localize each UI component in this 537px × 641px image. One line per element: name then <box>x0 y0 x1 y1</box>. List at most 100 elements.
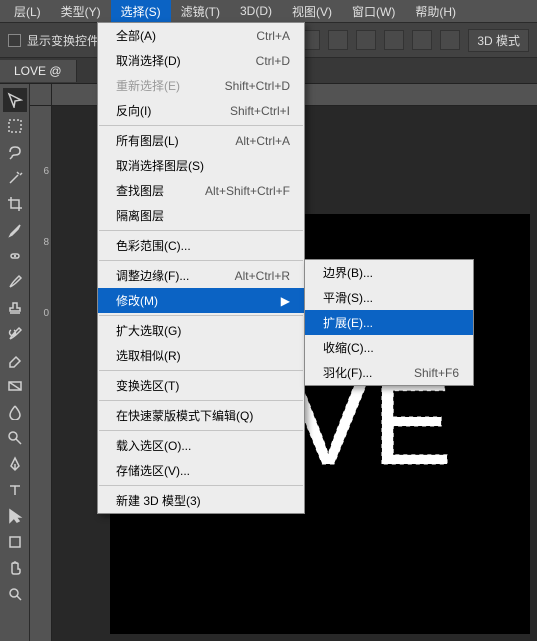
select-menu: 全部(A)Ctrl+A取消选择(D)Ctrl+D重新选择(E)Shift+Ctr… <box>97 22 305 514</box>
menu-item-label: 重新选择(E) <box>116 77 205 94</box>
menu-item-label: 隔离图层 <box>116 207 290 224</box>
align-icon-5[interactable] <box>384 30 404 50</box>
menu-item-shortcut: Ctrl+A <box>256 29 290 43</box>
toolbox <box>0 84 30 641</box>
submenu-item[interactable]: 边界(B)... <box>305 260 473 285</box>
menu-item[interactable]: 在快速蒙版模式下编辑(Q) <box>98 403 304 428</box>
ruler-tick: 0 <box>41 308 51 319</box>
brush-tool-icon[interactable] <box>3 270 27 294</box>
crop-tool-icon[interactable] <box>3 192 27 216</box>
menu-item[interactable]: 选取相似(R) <box>98 343 304 368</box>
history-brush-tool-icon[interactable] <box>3 322 27 346</box>
submenu-item-label: 羽化(F)... <box>323 364 394 381</box>
menu-item-label: 取消选择图层(S) <box>116 157 290 174</box>
menu-item[interactable]: 修改(M) ▶ <box>98 288 304 313</box>
submenu-item-shortcut: Shift+F6 <box>414 366 459 380</box>
menu-item[interactable]: 全部(A)Ctrl+A <box>98 23 304 48</box>
shape-tool-icon[interactable] <box>3 530 27 554</box>
align-icon-6[interactable] <box>412 30 432 50</box>
submenu-item-label: 边界(B)... <box>323 264 459 281</box>
menu-item-shortcut: Alt+Ctrl+R <box>235 269 290 283</box>
menu-item-label: 存储选区(V)... <box>116 462 290 479</box>
menu-separator <box>99 400 303 401</box>
menu-item-label: 调整边缘(F)... <box>116 267 215 284</box>
eraser-tool-icon[interactable] <box>3 348 27 372</box>
menu-item-label: 扩大选取(G) <box>116 322 290 339</box>
menu-window[interactable]: 窗口(W) <box>342 0 405 23</box>
zoom-tool-icon[interactable] <box>3 582 27 606</box>
menu-item[interactable]: 查找图层 Alt+Shift+Ctrl+F <box>98 178 304 203</box>
menu-item-label: 色彩范围(C)... <box>116 237 290 254</box>
menu-help[interactable]: 帮助(H) <box>405 0 466 23</box>
menu-item-label: 查找图层 <box>116 182 185 199</box>
menu-item[interactable]: 载入选区(O)... <box>98 433 304 458</box>
ruler-tick: 8 <box>41 237 51 248</box>
healing-tool-icon[interactable] <box>3 244 27 268</box>
ruler-corner <box>30 84 52 106</box>
menu-item-label: 取消选择(D) <box>116 52 236 69</box>
menu-separator <box>99 370 303 371</box>
menu-separator <box>99 230 303 231</box>
mode-3d-button[interactable]: 3D 模式 <box>468 29 529 52</box>
document-tab[interactable]: LOVE @ <box>0 60 77 82</box>
menu-filter[interactable]: 滤镜(T) <box>171 0 230 23</box>
submenu-item[interactable]: 羽化(F)... Shift+F6 <box>305 360 473 385</box>
menu-item-label: 新建 3D 模型(3) <box>116 492 290 509</box>
menu-separator <box>99 485 303 486</box>
wand-tool-icon[interactable] <box>3 166 27 190</box>
lasso-tool-icon[interactable] <box>3 140 27 164</box>
menu-type[interactable]: 类型(Y) <box>51 0 111 23</box>
menu-separator <box>99 430 303 431</box>
submenu-arrow-icon: ▶ <box>281 294 290 308</box>
menu-select[interactable]: 选择(S) <box>111 0 171 23</box>
menu-item[interactable]: 新建 3D 模型(3) <box>98 488 304 513</box>
blur-tool-icon[interactable] <box>3 400 27 424</box>
menu-item[interactable]: 所有图层(L) Alt+Ctrl+A <box>98 128 304 153</box>
align-icon-7[interactable] <box>440 30 460 50</box>
menu-item[interactable]: 变换选区(T) <box>98 373 304 398</box>
menu-item-label: 选取相似(R) <box>116 347 290 364</box>
menu-item-label: 所有图层(L) <box>116 132 215 149</box>
align-icon-4[interactable] <box>356 30 376 50</box>
menu-item[interactable]: 取消选择(D)Ctrl+D <box>98 48 304 73</box>
checkbox-icon <box>8 34 21 47</box>
submenu-item[interactable]: 平滑(S)... <box>305 285 473 310</box>
ruler-vertical: 6 8 0 <box>30 106 52 641</box>
menubar: 层(L) 类型(Y) 选择(S) 滤镜(T) 3D(D) 视图(V) 窗口(W)… <box>0 0 537 22</box>
menu-view[interactable]: 视图(V) <box>282 0 342 23</box>
submenu-item-label: 收缩(C)... <box>323 339 459 356</box>
menu-3d[interactable]: 3D(D) <box>230 1 282 21</box>
dodge-tool-icon[interactable] <box>3 426 27 450</box>
hand-tool-icon[interactable] <box>3 556 27 580</box>
submenu-item-label: 平滑(S)... <box>323 289 459 306</box>
menu-item[interactable]: 扩大选取(G) <box>98 318 304 343</box>
marquee-tool-icon[interactable] <box>3 114 27 138</box>
submenu-item-label: 扩展(E)... <box>323 314 459 331</box>
submenu-item[interactable]: 扩展(E)... <box>305 310 473 335</box>
menu-item-label: 修改(M) <box>116 292 271 309</box>
move-tool-icon[interactable] <box>3 88 27 112</box>
checkbox-label: 显示变换控件 <box>27 32 99 49</box>
gradient-tool-icon[interactable] <box>3 374 27 398</box>
menu-item[interactable]: 色彩范围(C)... <box>98 233 304 258</box>
menu-item-shortcut: Alt+Shift+Ctrl+F <box>205 184 290 198</box>
menu-item-label: 反向(I) <box>116 102 210 119</box>
menu-layer[interactable]: 层(L) <box>4 0 51 23</box>
eyedropper-tool-icon[interactable] <box>3 218 27 242</box>
menu-item[interactable]: 取消选择图层(S) <box>98 153 304 178</box>
menu-item-shortcut: Alt+Ctrl+A <box>235 134 290 148</box>
submenu-item[interactable]: 收缩(C)... <box>305 335 473 360</box>
menu-item[interactable]: 隔离图层 <box>98 203 304 228</box>
pen-tool-icon[interactable] <box>3 452 27 476</box>
menu-item: 重新选择(E)Shift+Ctrl+D <box>98 73 304 98</box>
type-tool-icon[interactable] <box>3 478 27 502</box>
menu-item[interactable]: 调整边缘(F)... Alt+Ctrl+R <box>98 263 304 288</box>
stamp-tool-icon[interactable] <box>3 296 27 320</box>
menu-item[interactable]: 反向(I)Shift+Ctrl+I <box>98 98 304 123</box>
align-icon-3[interactable] <box>328 30 348 50</box>
menu-item[interactable]: 存储选区(V)... <box>98 458 304 483</box>
path-select-tool-icon[interactable] <box>3 504 27 528</box>
show-transform-controls-checkbox[interactable]: 显示变换控件 <box>8 32 99 49</box>
menu-item-label: 在快速蒙版模式下编辑(Q) <box>116 407 290 424</box>
menu-item-label: 变换选区(T) <box>116 377 290 394</box>
